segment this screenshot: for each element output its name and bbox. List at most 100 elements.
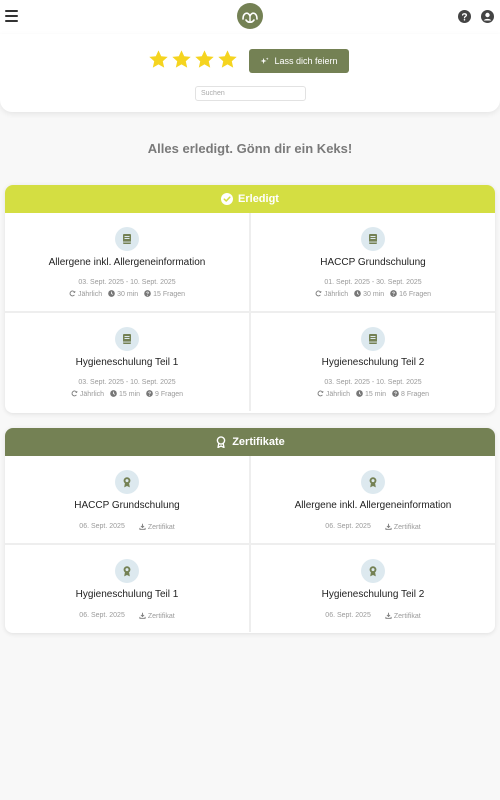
certificate-download-link[interactable]: Zertifikat bbox=[139, 523, 175, 532]
book-icon bbox=[361, 327, 385, 351]
course-dates: 03. Sept. 2025 - 10. Sept. 2025 bbox=[324, 379, 422, 386]
course-meta: Jährlich 15 min 9 Fragen bbox=[5, 390, 249, 399]
duration-meta: 30 min bbox=[354, 290, 384, 299]
done-section-title: Erledigt bbox=[238, 193, 279, 205]
repeat-icon bbox=[71, 390, 78, 399]
questions-label: 16 Fragen bbox=[399, 291, 432, 298]
award-icon bbox=[361, 559, 385, 583]
download-label: Zertifikat bbox=[147, 613, 175, 620]
duration-meta: 30 min bbox=[108, 290, 138, 299]
repeat-meta: Jährlich bbox=[71, 390, 104, 399]
done-section-header: Erledigt bbox=[5, 185, 495, 213]
hamburger-icon[interactable] bbox=[5, 10, 19, 22]
duration-label: 15 min bbox=[119, 391, 141, 398]
download-label: Zertifikat bbox=[393, 613, 421, 620]
certificate-title: Hygieneschulung Teil 2 bbox=[321, 589, 425, 600]
certificate-date: 06. Sept. 2025 bbox=[79, 523, 125, 530]
question-icon bbox=[390, 290, 397, 299]
star-icon[interactable] bbox=[171, 49, 192, 70]
certificate-date: 06. Sept. 2025 bbox=[325, 612, 371, 619]
certificate-meta: 06. Sept. 2025 Zertifikat bbox=[251, 523, 495, 532]
course-dates: 03. Sept. 2025 - 10. Sept. 2025 bbox=[78, 279, 176, 286]
sparkle-icon bbox=[261, 56, 270, 64]
questions-meta: 9 Fragen bbox=[146, 390, 183, 399]
certificate-date: 06. Sept. 2025 bbox=[325, 523, 371, 530]
certificate-download-link[interactable]: Zertifikat bbox=[139, 612, 175, 621]
repeat-label: Jährlich bbox=[79, 391, 105, 398]
question-icon bbox=[146, 390, 153, 399]
certificate-title: Allergene inkl. Allergeneinformation bbox=[294, 500, 452, 511]
book-icon bbox=[361, 227, 385, 251]
certificate-card[interactable]: Hygieneschulung Teil 1 06. Sept. 2025 Zert… bbox=[5, 545, 249, 632]
star-rating[interactable] bbox=[148, 49, 238, 71]
course-card[interactable]: Allergene inkl. Allergeneinformation 03. … bbox=[5, 213, 249, 311]
questions-meta: 15 Fragen bbox=[144, 290, 185, 299]
certificate-title: HACCP Grundschulung bbox=[74, 500, 180, 511]
questions-meta: 8 Fragen bbox=[392, 390, 429, 399]
award-icon bbox=[115, 470, 139, 494]
duration-label: 30 min bbox=[363, 291, 385, 298]
clock-icon bbox=[354, 290, 361, 299]
course-dates: 03. Sept. 2025 - 10. Sept. 2025 bbox=[78, 379, 176, 386]
rating-card: Lass dich feiern bbox=[0, 34, 500, 112]
repeat-icon bbox=[317, 390, 324, 399]
course-title: Hygieneschulung Teil 1 bbox=[75, 357, 179, 368]
certificates-section-header: Zertifikate bbox=[5, 428, 495, 456]
clock-icon bbox=[108, 290, 115, 299]
repeat-label: Jährlich bbox=[323, 291, 349, 298]
course-card[interactable]: Hygieneschulung Teil 2 03. Sept. 2025 - 1… bbox=[251, 313, 495, 411]
search-input[interactable] bbox=[195, 86, 306, 101]
leaf-logo-icon[interactable] bbox=[237, 3, 263, 29]
top-bar bbox=[0, 0, 500, 34]
course-meta: Jährlich 30 min 15 Fragen bbox=[5, 290, 249, 299]
clock-icon bbox=[110, 390, 117, 399]
certificates-section: Zertifikate HACCP Grundschulung 06. Sept.… bbox=[5, 428, 495, 633]
questions-label: 8 Fragen bbox=[401, 391, 430, 398]
star-icon[interactable] bbox=[148, 49, 169, 70]
course-title: HACCP Grundschulung bbox=[320, 257, 426, 268]
download-icon bbox=[385, 612, 392, 621]
course-card[interactable]: Hygieneschulung Teil 1 03. Sept. 2025 - 1… bbox=[5, 313, 249, 411]
repeat-icon bbox=[315, 290, 322, 299]
help-circle-icon[interactable] bbox=[458, 10, 471, 23]
course-meta: Jährlich 30 min 16 Fragen bbox=[251, 290, 495, 299]
celebrate-label: Lass dich feiern bbox=[274, 56, 338, 66]
certificates-section-title: Zertifikate bbox=[232, 436, 285, 448]
question-icon bbox=[144, 290, 151, 299]
certificate-card[interactable]: HACCP Grundschulung 06. Sept. 2025 Zertifi… bbox=[5, 456, 249, 543]
clock-icon bbox=[356, 390, 363, 399]
certificate-meta: 06. Sept. 2025 Zertifikat bbox=[5, 523, 249, 532]
repeat-meta: Jährlich bbox=[315, 290, 348, 299]
award-icon bbox=[115, 559, 139, 583]
download-label: Zertifikat bbox=[393, 524, 421, 531]
course-card[interactable]: HACCP Grundschulung 01. Sept. 2025 - 30. … bbox=[251, 213, 495, 311]
account-circle-icon[interactable] bbox=[481, 10, 494, 23]
certificate-date: 06. Sept. 2025 bbox=[79, 612, 125, 619]
certificate-download-link[interactable]: Zertifikat bbox=[385, 523, 421, 532]
book-icon bbox=[115, 227, 139, 251]
certificate-meta: 06. Sept. 2025 Zertifikat bbox=[5, 612, 249, 621]
repeat-icon bbox=[69, 290, 76, 299]
download-icon bbox=[385, 523, 392, 532]
award-icon bbox=[216, 436, 226, 448]
question-icon bbox=[392, 390, 399, 399]
certificate-title: Hygieneschulung Teil 1 bbox=[75, 589, 179, 600]
duration-label: 30 min bbox=[117, 291, 139, 298]
repeat-meta: Jährlich bbox=[317, 390, 350, 399]
check-circle-icon bbox=[221, 193, 234, 205]
course-dates: 01. Sept. 2025 - 30. Sept. 2025 bbox=[324, 279, 422, 286]
repeat-label: Jährlich bbox=[325, 391, 351, 398]
duration-label: 15 min bbox=[365, 391, 387, 398]
done-section: Erledigt Allergene inkl. Allergeneinform… bbox=[5, 185, 495, 413]
download-label: Zertifikat bbox=[147, 524, 175, 531]
celebrate-button[interactable]: Lass dich feiern bbox=[249, 49, 349, 73]
course-meta: Jährlich 15 min 8 Fragen bbox=[251, 390, 495, 399]
certificate-card[interactable]: Allergene inkl. Allergeneinformation 06. … bbox=[251, 456, 495, 543]
certificate-download-link[interactable]: Zertifikat bbox=[385, 612, 421, 621]
star-icon[interactable] bbox=[217, 49, 238, 70]
certificate-card[interactable]: Hygieneschulung Teil 2 06. Sept. 2025 Zert… bbox=[251, 545, 495, 632]
download-icon bbox=[139, 612, 146, 621]
star-icon[interactable] bbox=[194, 49, 215, 70]
course-title: Hygieneschulung Teil 2 bbox=[321, 357, 425, 368]
certificate-meta: 06. Sept. 2025 Zertifikat bbox=[251, 612, 495, 621]
